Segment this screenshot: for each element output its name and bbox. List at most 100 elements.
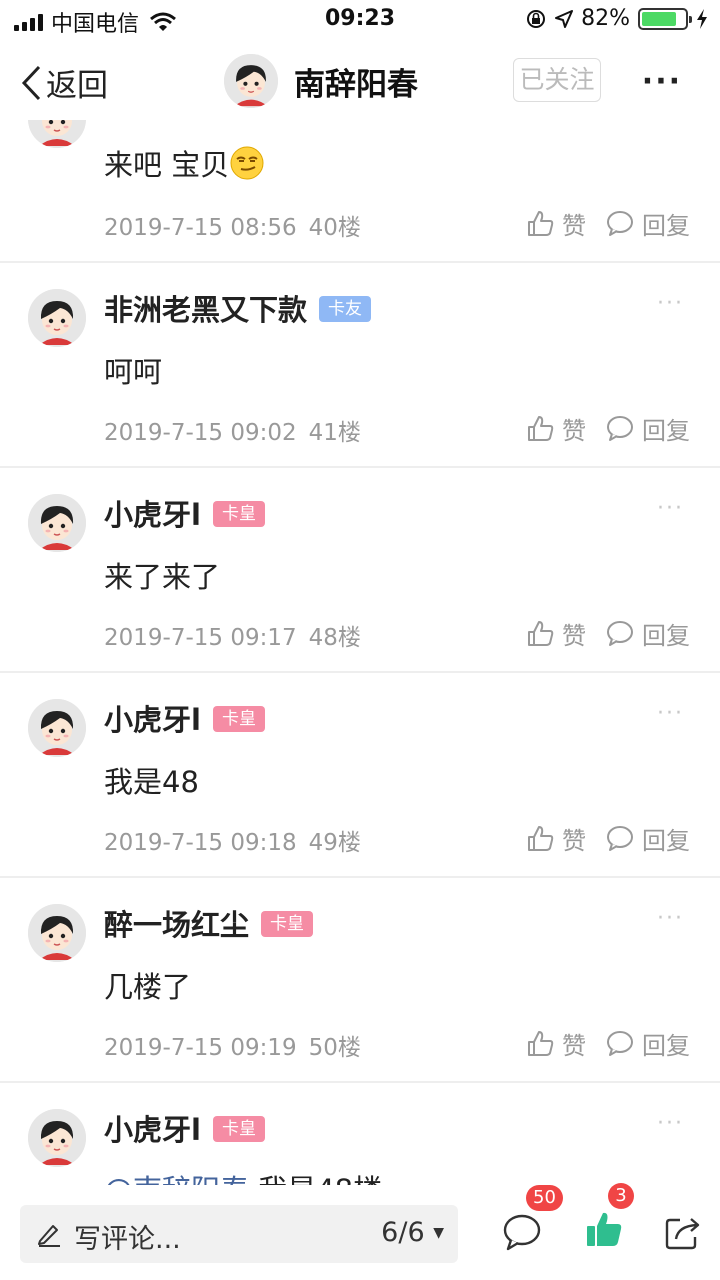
like-button[interactable]: 赞 bbox=[526, 821, 586, 856]
charging-icon bbox=[697, 8, 707, 29]
battery-percent: 82% bbox=[581, 6, 630, 31]
comment-meta: 2019-7-15 09:18 49楼 bbox=[104, 823, 361, 857]
avatar[interactable] bbox=[28, 1109, 86, 1167]
pencil-icon bbox=[38, 1225, 60, 1247]
reply-button[interactable]: 回复 bbox=[606, 821, 690, 856]
share-icon bbox=[665, 1218, 700, 1250]
comment-actions: 赞 回复 bbox=[526, 821, 690, 856]
status-bar: 中国电信 09:23 82% bbox=[0, 0, 720, 40]
comment-item: 来吧 宝贝 2019-7-15 08:56 40楼 赞 回复 bbox=[0, 120, 720, 262]
comment-bubble-icon bbox=[607, 415, 633, 441]
username[interactable]: 非洲老黑又下款 卡友 bbox=[104, 287, 372, 329]
thumb-up-icon bbox=[528, 1030, 554, 1056]
comment-more-button[interactable]: ··· bbox=[657, 1111, 684, 1136]
reply-button[interactable]: 回复 bbox=[606, 411, 690, 446]
caret-down-icon: ▼ bbox=[433, 1225, 444, 1241]
comment-input[interactable]: 写评论... 6/6 ▼ bbox=[20, 1205, 458, 1263]
comment-text: 来吧 宝贝 bbox=[104, 142, 265, 185]
like-button[interactable]: 赞 bbox=[526, 616, 586, 651]
avatar[interactable] bbox=[28, 904, 86, 962]
username[interactable]: 小虎牙l 卡皇 bbox=[104, 492, 265, 534]
comment-text: 来了来了 bbox=[104, 560, 221, 594]
comment-text: @南辞阳春 我是48楼 bbox=[104, 1167, 382, 1185]
comment-bubble-icon bbox=[607, 620, 633, 646]
comment-bubble-icon bbox=[607, 825, 633, 851]
comment-floor: 40楼 bbox=[308, 215, 361, 241]
comment-actions: 赞 回复 bbox=[526, 1026, 690, 1061]
thumb-up-icon bbox=[528, 620, 554, 646]
comment-time: 2019-7-15 09:18 bbox=[104, 830, 297, 856]
comment-time: 2019-7-15 09:19 bbox=[104, 1035, 297, 1061]
back-label: 返回 bbox=[46, 68, 108, 104]
comment-text: 几楼了 bbox=[104, 970, 192, 1004]
comment-item: 小虎牙l 卡皇 ··· 来了来了 2019-7-15 09:17 48楼 赞 回复 bbox=[0, 468, 720, 671]
like-count-badge: 3 bbox=[608, 1183, 634, 1209]
rotation-lock-icon bbox=[527, 9, 546, 28]
avatar[interactable] bbox=[28, 494, 86, 552]
avatar[interactable] bbox=[28, 120, 86, 148]
comments-button[interactable]: 50 bbox=[502, 1185, 563, 1255]
username[interactable]: 小虎牙l 卡皇 bbox=[104, 697, 265, 739]
comment-actions: 赞 回复 bbox=[526, 411, 690, 446]
avatar[interactable] bbox=[28, 699, 86, 757]
mention-link[interactable]: @南辞阳春 bbox=[104, 1173, 249, 1185]
comment-floor: 41楼 bbox=[308, 420, 361, 446]
comment-floor: 48楼 bbox=[308, 625, 361, 651]
comment-item: 醉一场红尘 卡皇 ··· 几楼了 2019-7-15 09:19 50楼 赞 回复 bbox=[0, 878, 720, 1081]
more-button[interactable]: ··· bbox=[642, 64, 682, 99]
comment-list[interactable]: 来吧 宝贝 2019-7-15 08:56 40楼 赞 回复 非洲老黑又下款 卡… bbox=[0, 120, 720, 1185]
user-badge: 卡皇 bbox=[212, 501, 265, 527]
comment-item: 小虎牙l 卡皇 ··· 我是48 2019-7-15 09:18 49楼 赞 回复 bbox=[0, 673, 720, 876]
thumb-up-icon bbox=[528, 210, 554, 236]
thumb-up-icon bbox=[587, 1212, 622, 1246]
user-badge: 卡友 bbox=[319, 296, 372, 322]
comment-meta: 2019-7-15 09:02 41楼 bbox=[104, 413, 361, 447]
user-badge: 卡皇 bbox=[261, 911, 314, 937]
like-post-button[interactable]: 3 bbox=[584, 1183, 634, 1253]
like-button[interactable]: 赞 bbox=[526, 1026, 586, 1061]
back-button[interactable]: 返回 bbox=[20, 60, 108, 105]
comment-meta: 2019-7-15 09:19 50楼 bbox=[104, 1028, 361, 1062]
comment-actions: 赞 回复 bbox=[526, 616, 690, 651]
bottom-bar: 写评论... 6/6 ▼ 50 3 bbox=[0, 1183, 720, 1280]
share-button[interactable] bbox=[664, 1215, 702, 1255]
follow-button[interactable]: 已关注 bbox=[513, 58, 601, 102]
comment-time: 2019-7-15 08:56 bbox=[104, 215, 297, 241]
avatar[interactable] bbox=[28, 289, 86, 347]
comment-bubble-icon bbox=[607, 210, 633, 236]
thumb-up-icon bbox=[528, 415, 554, 441]
comment-floor: 49楼 bbox=[308, 830, 361, 856]
username[interactable]: 醉一场红尘 卡皇 bbox=[104, 902, 314, 944]
battery-icon bbox=[638, 7, 692, 30]
comment-placeholder: 写评论... bbox=[74, 1224, 181, 1255]
user-badge: 卡皇 bbox=[212, 706, 265, 732]
like-button[interactable]: 赞 bbox=[526, 411, 586, 446]
comment-bubble-icon bbox=[503, 1214, 541, 1251]
comment-count-badge: 50 bbox=[526, 1185, 563, 1211]
comment-actions: 赞 回复 bbox=[526, 206, 690, 241]
username[interactable]: 小虎牙l 卡皇 bbox=[104, 1107, 265, 1149]
avatar[interactable] bbox=[224, 54, 278, 108]
location-icon bbox=[555, 9, 574, 28]
page-selector[interactable]: 6/6 ▼ bbox=[381, 1217, 444, 1248]
comment-more-button[interactable]: ··· bbox=[657, 291, 684, 316]
comment-text: 我是48 bbox=[104, 765, 199, 799]
comment-bubble-icon bbox=[607, 1030, 633, 1056]
comment-item: 小虎牙l卡皇 ··· @南辞阳春 我是48楼 bbox=[0, 1083, 720, 1185]
status-right: 82% bbox=[525, 6, 708, 31]
comment-more-button[interactable]: ··· bbox=[657, 906, 684, 931]
comment-meta: 2019-7-15 09:17 48楼 bbox=[104, 618, 361, 652]
nav-user[interactable]: 南辞阳春 bbox=[224, 54, 418, 108]
comment-more-button[interactable]: ··· bbox=[657, 701, 684, 726]
reply-button[interactable]: 回复 bbox=[606, 1026, 690, 1061]
reply-button[interactable]: 回复 bbox=[606, 206, 690, 241]
comment-more-button[interactable]: ··· bbox=[657, 496, 684, 521]
smug-emoji-icon bbox=[230, 146, 264, 180]
thumb-up-icon bbox=[528, 825, 554, 851]
like-button[interactable]: 赞 bbox=[526, 206, 586, 241]
comment-item: 非洲老黑又下款 卡友 ··· 呵呵 2019-7-15 09:02 41楼 赞 回复 bbox=[0, 263, 720, 466]
comment-time: 2019-7-15 09:17 bbox=[104, 625, 297, 651]
chevron-left-icon bbox=[21, 65, 41, 100]
reply-button[interactable]: 回复 bbox=[606, 616, 690, 651]
nav-bar: 返回 南辞阳春 已关注 ··· bbox=[0, 40, 720, 120]
